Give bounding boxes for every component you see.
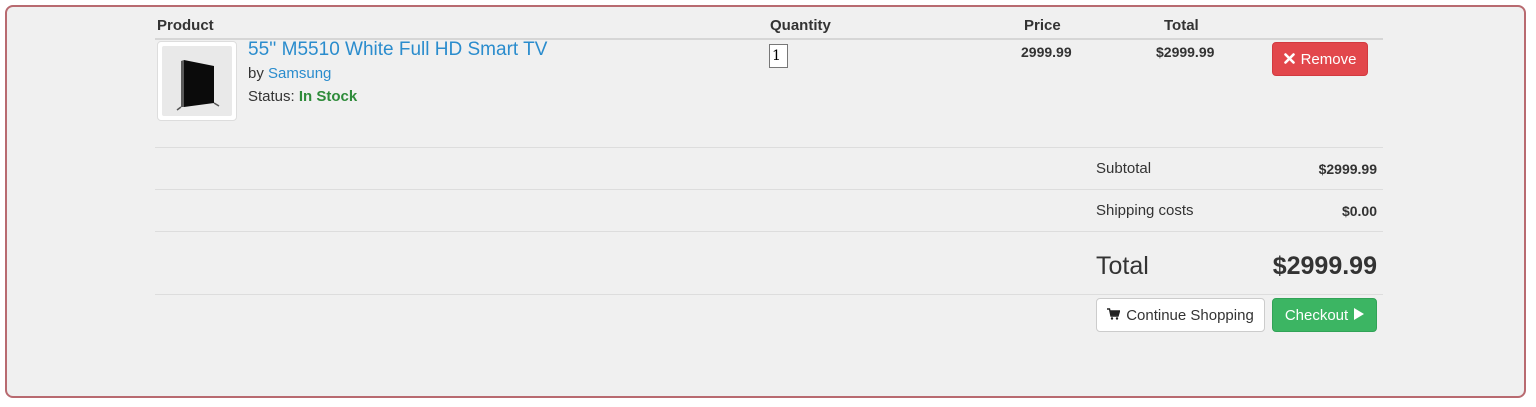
item-total: $2999.99 xyxy=(1156,44,1215,60)
product-brand-line: by Samsung xyxy=(248,65,331,82)
checkout-label: Checkout xyxy=(1284,306,1349,324)
header-quantity: Quantity xyxy=(770,17,831,34)
cart-icon xyxy=(1107,307,1121,324)
checkout-button[interactable]: Checkout xyxy=(1272,298,1377,332)
shipping-label: Shipping costs xyxy=(1096,202,1194,219)
shipping-value: $0.00 xyxy=(1341,203,1377,219)
close-icon xyxy=(1283,51,1295,68)
cart-panel: Product Quantity Price Total 55'' M5510 … xyxy=(5,5,1526,398)
continue-shopping-button[interactable]: Continue Shopping xyxy=(1096,298,1265,332)
row-divider xyxy=(155,231,1383,232)
status-label: Status: xyxy=(248,88,295,105)
stock-status: Status: In Stock xyxy=(248,88,357,105)
row-divider xyxy=(155,147,1383,148)
item-price: 2999.99 xyxy=(1021,44,1072,60)
remove-button[interactable]: Remove xyxy=(1272,42,1368,76)
cart-table: Product Quantity Price Total 55'' M5510 … xyxy=(155,7,1383,396)
play-icon xyxy=(1354,307,1365,324)
by-prefix: by xyxy=(248,65,264,82)
product-thumbnail[interactable] xyxy=(157,41,237,121)
row-divider xyxy=(155,189,1383,190)
header-price: Price xyxy=(1024,17,1061,34)
grand-total-value: $2999.99 xyxy=(1272,252,1377,280)
subtotal-value: $2999.99 xyxy=(1318,161,1377,177)
continue-shopping-label: Continue Shopping xyxy=(1126,306,1254,324)
row-divider xyxy=(155,294,1383,295)
tv-icon xyxy=(162,46,232,116)
quantity-input[interactable] xyxy=(769,44,788,68)
grand-total-label: Total xyxy=(1096,252,1149,280)
status-value: In Stock xyxy=(298,88,358,105)
header-total: Total xyxy=(1164,17,1199,34)
remove-label: Remove xyxy=(1300,50,1357,68)
brand-link[interactable]: Samsung xyxy=(268,65,331,82)
subtotal-label: Subtotal xyxy=(1096,160,1152,177)
header-product: Product xyxy=(157,17,214,34)
product-title-link[interactable]: 55'' M5510 White Full HD Smart TV xyxy=(248,39,547,61)
